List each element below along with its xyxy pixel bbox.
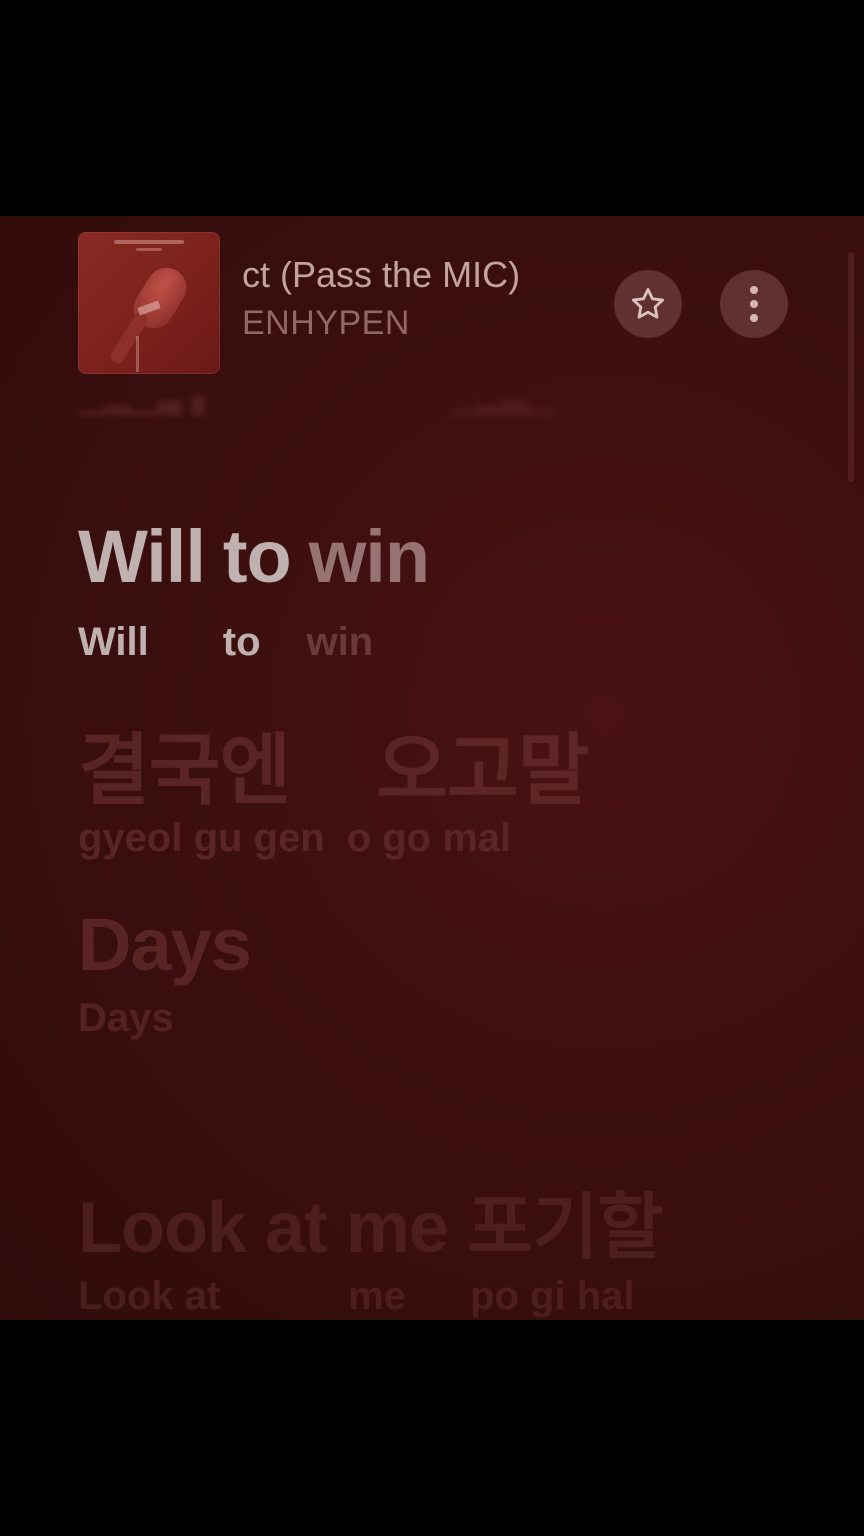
lyric-line[interactable]: 결국엔 오고말 [78, 708, 590, 820]
now-playing-header: ct (Pass the MIC) ENHYPEN [0, 216, 864, 386]
romanized-word: o go mal [346, 816, 512, 860]
artist-name[interactable]: ENHYPEN [242, 304, 410, 343]
romanized-word: win [306, 620, 374, 664]
more-vertical-icon [750, 286, 758, 322]
lyrics-screen: ct (Pass the MIC) ENHYPEN ▁▂▁▃ ▖ ▁▂▃▁ Wi… [0, 216, 864, 1320]
song-title[interactable]: ct (Pass the MIC) [242, 254, 520, 296]
album-art[interactable] [78, 232, 220, 374]
letterbox-frame: ct (Pass the MIC) ENHYPEN ▁▂▁▃ ▖ ▁▂▃▁ Wi… [0, 0, 864, 1536]
microphone-stand [136, 336, 139, 372]
lyric-word: 결국엔 [78, 726, 291, 814]
romanized-word: to [222, 620, 261, 664]
microphone-handle [108, 310, 150, 366]
romanized-word: po gi hal [470, 1274, 635, 1318]
previous-lyric-line: ▁▂▁▃ ▖ [78, 377, 219, 415]
lyric-line[interactable]: Look at me 포기할 [78, 1168, 664, 1273]
previous-lyric-line: ▁▂▃▁ [450, 377, 555, 415]
more-options-button[interactable] [720, 270, 788, 338]
romanized-word: me [348, 1274, 407, 1318]
album-art-text [114, 240, 184, 244]
romanized-word: Will [78, 620, 149, 664]
lyric-line[interactable]: Days [78, 902, 252, 987]
lyric-word: 오고말 [376, 726, 589, 814]
lyric-romanization-active: Will to win [78, 620, 373, 665]
lyric-romanization: Look at me po gi hal [78, 1274, 634, 1319]
lyric-line-active[interactable]: Will to win [78, 514, 430, 599]
romanized-word: gyeol gu gen [78, 816, 325, 860]
lyric-word: to [222, 515, 292, 598]
lyric-romanization: Days [78, 996, 174, 1040]
star-icon [632, 288, 664, 319]
lyric-romanization: gyeol gu gen o go mal [78, 816, 511, 861]
lyric-word: win [308, 515, 430, 598]
lyric-word: Will [78, 515, 206, 598]
romanized-word: Look at [78, 1274, 221, 1318]
album-art-text [136, 248, 162, 251]
favorite-button[interactable] [614, 270, 682, 338]
